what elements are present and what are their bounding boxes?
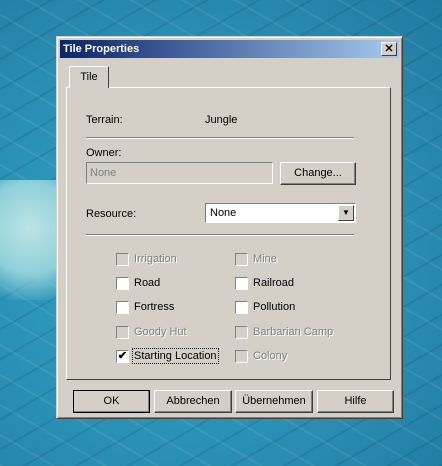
- change-owner-label: Change...: [294, 167, 342, 179]
- chevron-down-icon[interactable]: ▼: [338, 205, 354, 221]
- cancel-label: Abbrechen: [166, 395, 220, 407]
- close-button[interactable]: ✕: [381, 42, 397, 56]
- tab-tile[interactable]: Tile: [69, 66, 109, 88]
- title-bar: Tile Properties ✕: [60, 40, 399, 58]
- checkbox-box: [235, 301, 248, 314]
- checkbox-box: [235, 350, 248, 363]
- tab-tile-label: Tile: [80, 71, 98, 83]
- checkbox-label: Starting Location: [132, 348, 219, 364]
- help-button[interactable]: Hilfe: [317, 390, 394, 413]
- checkbox-label: Colony: [253, 350, 288, 362]
- help-label: Hilfe: [344, 395, 367, 407]
- tile-properties-dialog: Tile Properties ✕ Tile Terrain: Jungle O…: [56, 36, 403, 419]
- checkbox-box: [235, 253, 248, 266]
- checkbox-label: Pollution: [253, 301, 296, 313]
- close-icon: ✕: [384, 43, 394, 55]
- checkbox-label: Goody Hut: [134, 326, 187, 338]
- owner-value: None: [90, 167, 117, 179]
- resource-select[interactable]: None ▼: [205, 203, 356, 223]
- apply-button[interactable]: Übernehmen: [235, 390, 313, 413]
- checkbox-label: Railroad: [253, 277, 294, 289]
- resource-label: Resource:: [86, 208, 137, 220]
- terrain-label: Terrain:: [86, 114, 123, 126]
- checkbox-label: Mine: [253, 253, 277, 265]
- checkbox-box: ✔: [116, 350, 129, 363]
- dialog-title: Tile Properties: [63, 43, 140, 55]
- checkbox-label: Fortress: [134, 301, 175, 313]
- checkbox-box: [116, 301, 129, 314]
- terrain-value: Jungle: [205, 114, 238, 126]
- cancel-button[interactable]: Abbrechen: [154, 390, 232, 413]
- ok-label: OK: [103, 395, 120, 407]
- divider: [86, 137, 354, 139]
- checkbox-box: [116, 253, 129, 266]
- apply-label: Übernehmen: [242, 395, 306, 407]
- divider: [86, 234, 354, 236]
- check-icon: ✔: [117, 350, 128, 362]
- resource-selected: None: [210, 207, 237, 219]
- change-owner-button[interactable]: Change...: [280, 162, 356, 185]
- checkbox-box: [235, 326, 248, 339]
- checkbox-box: [235, 277, 248, 290]
- tile-tab-panel: Terrain: Jungle Owner: None Change... Re…: [66, 87, 391, 380]
- checkbox-label: Road: [134, 277, 161, 289]
- checkbox-box: [116, 326, 129, 339]
- owner-label: Owner:: [86, 147, 122, 159]
- checkbox-label: Irrigation: [134, 253, 177, 265]
- checkbox-box: [116, 277, 129, 290]
- checkbox-label: Barbarian Camp: [253, 326, 334, 338]
- ok-button[interactable]: OK: [73, 390, 150, 413]
- owner-field: None: [86, 162, 273, 184]
